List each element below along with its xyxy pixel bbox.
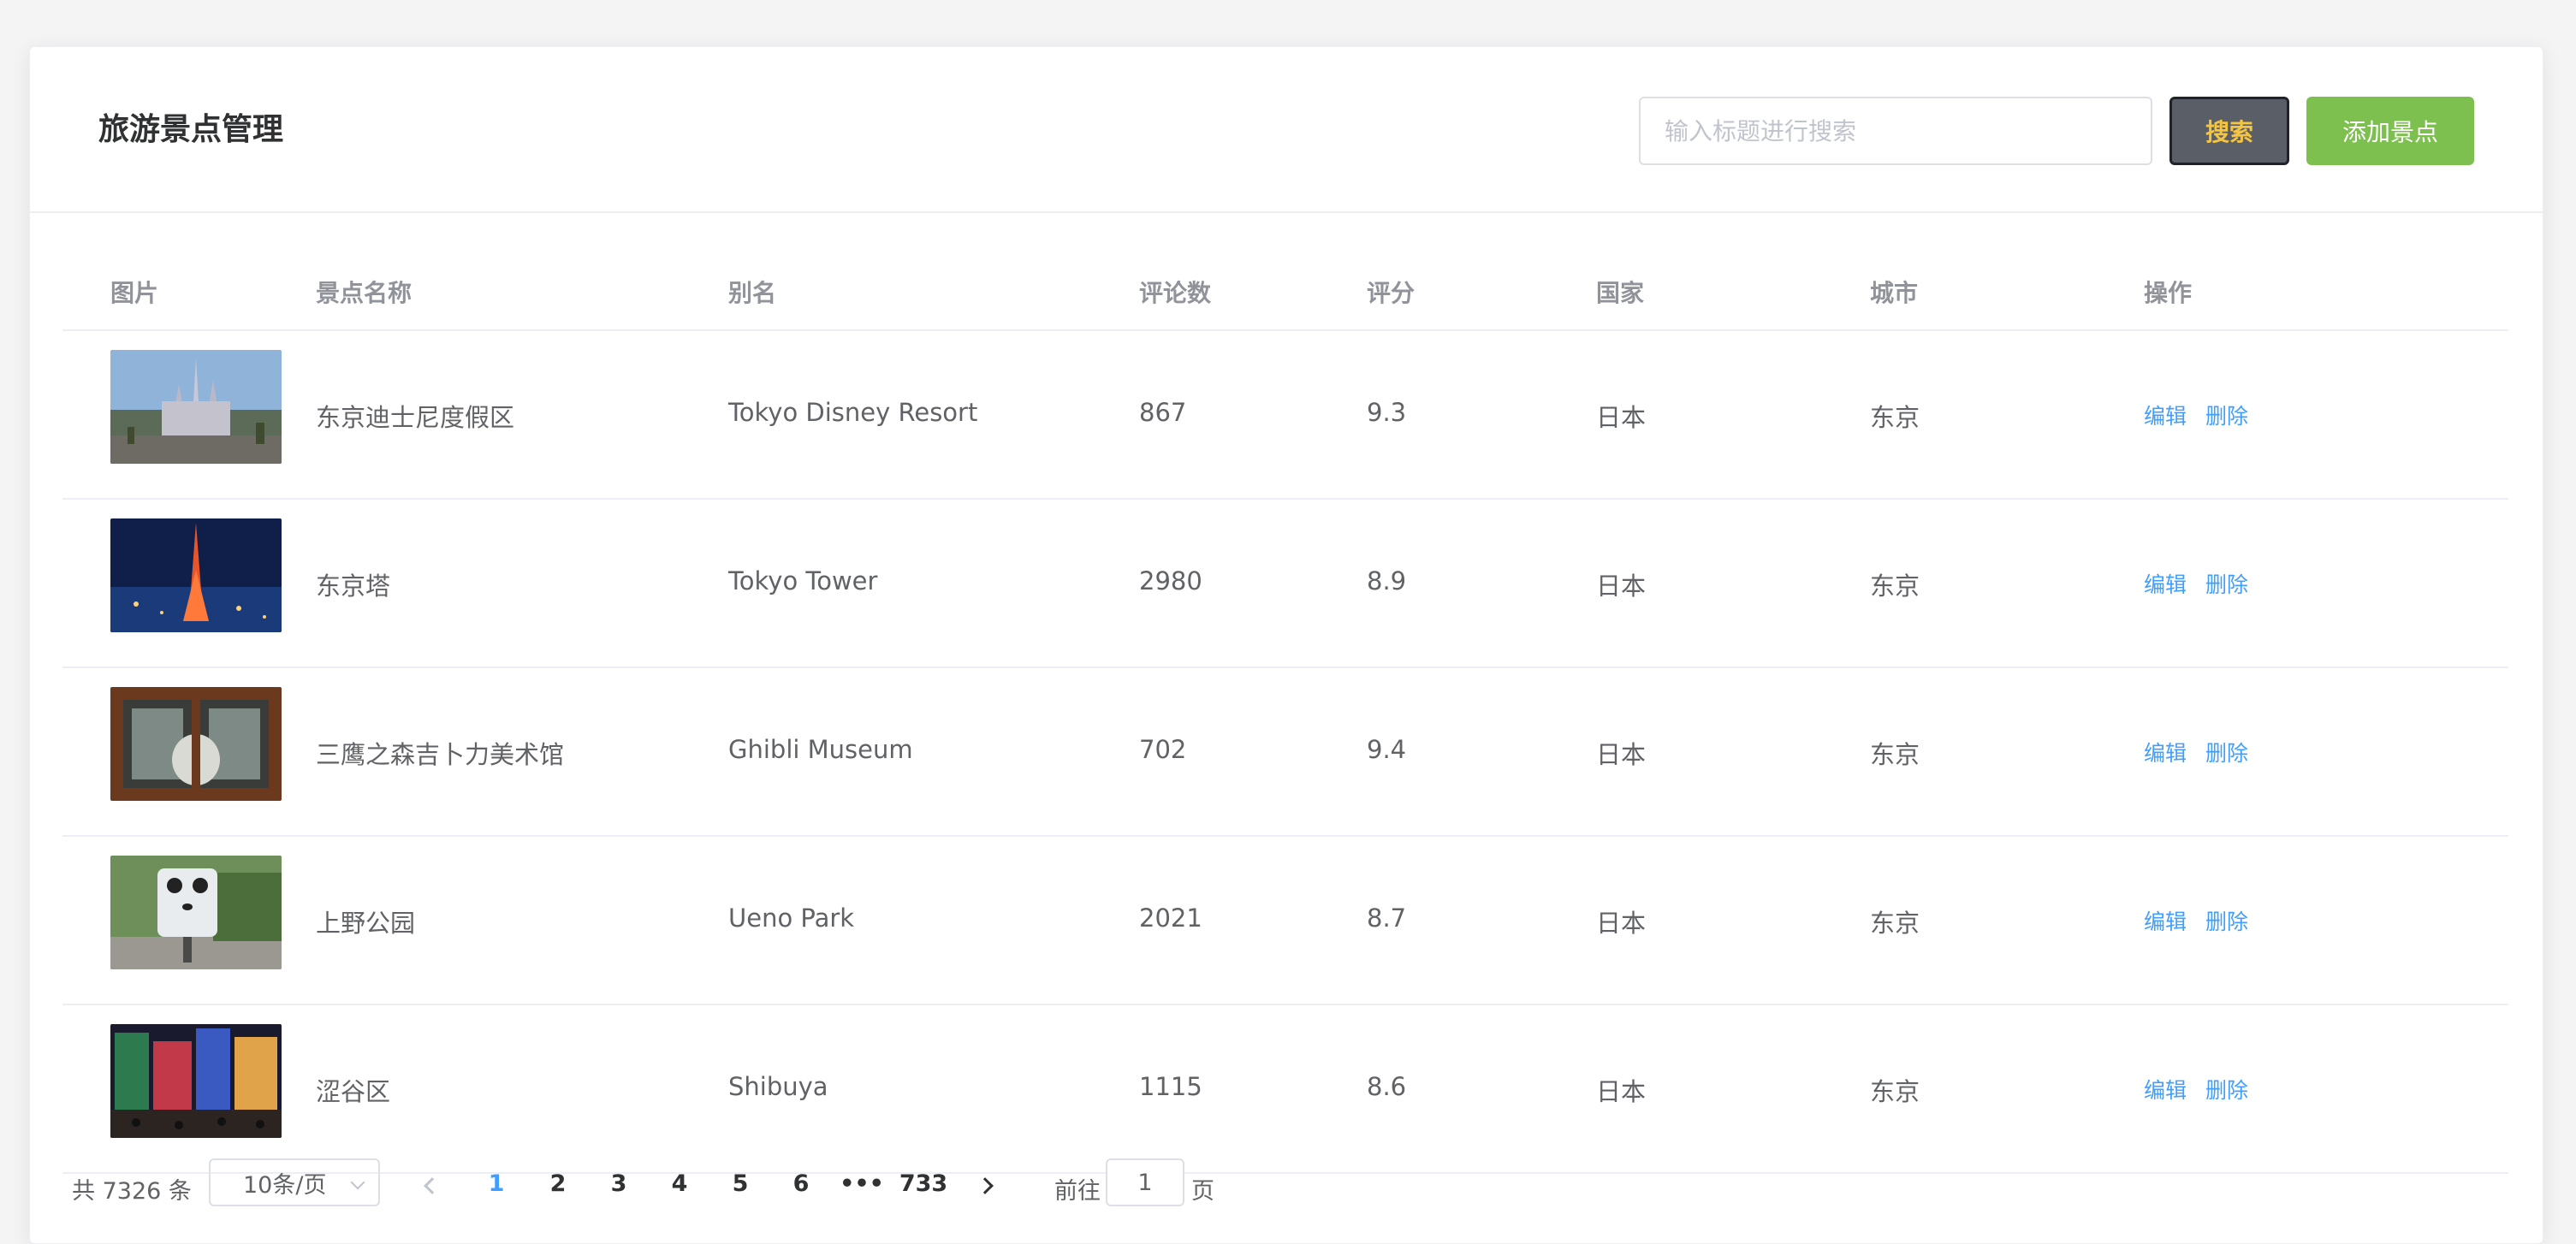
edit-link[interactable]: 编辑	[2144, 737, 2187, 767]
search-input[interactable]	[1639, 97, 2152, 165]
review-count: 2021	[1139, 903, 1202, 933]
attraction-alias: Tokyo Disney Resort	[728, 398, 978, 427]
attraction-alias: Ghibli Museum	[728, 735, 913, 764]
page-number[interactable]: 4	[654, 1170, 705, 1197]
delete-link[interactable]: 删除	[2205, 737, 2248, 767]
column-header-city: 城市	[1870, 279, 1919, 307]
edit-link[interactable]: 编辑	[2144, 568, 2187, 599]
edit-link[interactable]: 编辑	[2144, 905, 2187, 936]
page-number[interactable]: 5	[715, 1170, 766, 1197]
city-night-photo	[110, 1024, 282, 1138]
attraction-name: 东京迪士尼度假区	[316, 403, 515, 432]
rating: 9.3	[1367, 398, 1407, 427]
column-header-actions: 操作	[2144, 279, 2193, 307]
attractions-card: 旅游景点管理 搜索 添加景点 图片 景点名称 别名 评论数 评分 国家 城市 操…	[29, 46, 2543, 1244]
rating: 8.7	[1367, 903, 1407, 933]
attraction-name: 三鹰之森吉卜力美术馆	[316, 740, 565, 769]
table-row: 东京塔 Tokyo Tower 2980 8.9 日本 东京 编辑 删除	[62, 500, 2508, 668]
panda-sign-photo	[110, 856, 282, 969]
page-size-select[interactable]: 10条/页	[209, 1158, 380, 1206]
chevron-down-icon	[350, 1175, 365, 1190]
delete-link[interactable]: 删除	[2205, 905, 2248, 936]
column-header-image: 图片	[110, 279, 159, 307]
edit-link[interactable]: 编辑	[2144, 1074, 2187, 1105]
chevron-right-icon[interactable]	[976, 1177, 994, 1194]
card-header: 旅游景点管理 搜索 添加景点	[30, 47, 2543, 213]
table-row: 东京迪士尼度假区 Tokyo Disney Resort 867 9.3 日本 …	[62, 331, 2508, 500]
country: 日本	[1596, 909, 1647, 938]
rating: 8.6	[1367, 1072, 1407, 1101]
column-header-country: 国家	[1596, 279, 1645, 307]
column-header-name: 景点名称	[316, 279, 413, 307]
city: 东京	[1870, 909, 1920, 938]
goto-page-input[interactable]	[1106, 1158, 1184, 1206]
edit-link[interactable]: 编辑	[2144, 400, 2187, 430]
attraction-name: 上野公园	[316, 909, 416, 938]
page-number[interactable]: 3	[593, 1170, 644, 1197]
attraction-name: 东京塔	[316, 572, 391, 601]
page-number[interactable]: 2	[532, 1170, 584, 1197]
page-title: 旅游景点管理	[98, 112, 284, 147]
attraction-alias: Tokyo Tower	[728, 566, 878, 595]
page-number[interactable]: 733	[897, 1170, 950, 1197]
city: 东京	[1870, 1077, 1920, 1106]
review-count: 867	[1139, 398, 1187, 427]
rating: 9.4	[1367, 735, 1407, 764]
delete-link[interactable]: 删除	[2205, 400, 2248, 430]
delete-link[interactable]: 删除	[2205, 1074, 2248, 1105]
review-count: 2980	[1139, 566, 1202, 595]
tower-night-photo	[110, 518, 282, 632]
attractions-table: 图片 景点名称 别名 评论数 评分 国家 城市 操作 东京迪士尼度假区 Toky…	[62, 244, 2508, 1174]
page-size-value: 10条/页	[243, 1171, 327, 1199]
page-number[interactable]: 1	[471, 1170, 522, 1197]
search-button[interactable]: 搜索	[2169, 97, 2289, 165]
attraction-name: 涩谷区	[316, 1077, 391, 1106]
city: 东京	[1870, 572, 1920, 601]
city: 东京	[1870, 740, 1920, 769]
pagination: 共 7326 条 10条/页 1 2 3 4 5 6 ••• 733 前往 页	[0, 1133, 2576, 1229]
page-number[interactable]: 6	[775, 1170, 827, 1197]
goto-suffix: 页	[1191, 1178, 1214, 1205]
more-pages-ellipsis[interactable]: •••	[836, 1170, 887, 1197]
table-header: 图片 景点名称 别名 评论数 评分 国家 城市 操作	[62, 244, 2508, 331]
column-header-rating: 评分	[1367, 279, 1416, 307]
country: 日本	[1596, 572, 1647, 601]
add-attraction-button[interactable]: 添加景点	[2306, 97, 2474, 165]
goto-label: 前往	[1054, 1178, 1101, 1205]
table-row: 上野公园 Ueno Park 2021 8.7 日本 东京 编辑 删除	[62, 837, 2508, 1005]
country: 日本	[1596, 740, 1647, 769]
total-count: 共 7326 条	[72, 1178, 192, 1205]
delete-link[interactable]: 删除	[2205, 568, 2248, 599]
review-count: 702	[1139, 735, 1187, 764]
review-count: 1115	[1139, 1072, 1202, 1101]
country: 日本	[1596, 403, 1647, 432]
attraction-alias: Ueno Park	[728, 903, 855, 933]
column-header-alias: 别名	[728, 279, 777, 307]
rating: 8.9	[1367, 566, 1407, 595]
museum-window-photo	[110, 687, 282, 801]
castle-photo	[110, 350, 282, 464]
attraction-alias: Shibuya	[728, 1072, 828, 1101]
column-header-reviews: 评论数	[1139, 279, 1212, 307]
table-row: 三鹰之森吉卜力美术馆 Ghibli Museum 702 9.4 日本 东京 编…	[62, 668, 2508, 837]
country: 日本	[1596, 1077, 1647, 1106]
city: 东京	[1870, 403, 1920, 432]
chevron-left-icon[interactable]	[424, 1177, 441, 1194]
